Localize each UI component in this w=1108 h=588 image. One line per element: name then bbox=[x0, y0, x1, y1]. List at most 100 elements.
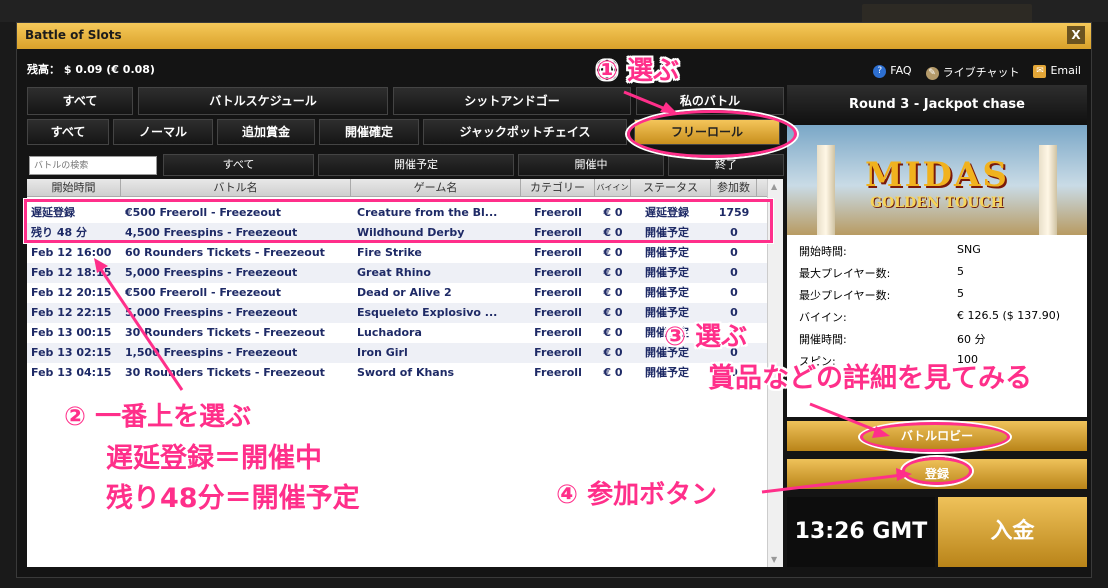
help-icon: ? bbox=[873, 64, 887, 78]
cell-battle-name: 30 Rounders Tickets - Freezeout bbox=[125, 326, 325, 339]
scroll-up-icon[interactable]: ▲ bbox=[771, 182, 777, 191]
col-category[interactable]: カテゴリー bbox=[521, 179, 595, 197]
round-title: Round 3 - Jackpot chase bbox=[787, 85, 1087, 125]
cell-game-name: Fire Strike bbox=[357, 246, 422, 259]
cell-category: Freeroll bbox=[534, 326, 582, 339]
col-buyin[interactable]: バイイン bbox=[595, 179, 631, 197]
type-all[interactable]: すべて bbox=[27, 119, 109, 145]
table-row[interactable]: Feb 12 18:15 5,000 Freespins - Freezeout G… bbox=[27, 263, 767, 283]
annotation-step2-line3: 残り48分＝開催予定 bbox=[106, 483, 360, 514]
cell-game-name: Iron Girl bbox=[357, 346, 408, 359]
battle-search-input[interactable] bbox=[29, 156, 157, 175]
cell-game-name: Esqueleto Explosivo ... bbox=[357, 306, 498, 319]
table-row[interactable]: Feb 13 00:15 30 Rounders Tickets - Freeze… bbox=[27, 323, 767, 343]
cell-battle-name: 5,000 Freespins - Freezeout bbox=[125, 266, 298, 279]
table-row[interactable]: Feb 12 16:00 60 Rounders Tickets - Freeze… bbox=[27, 243, 767, 263]
cell-start-time: Feb 13 02:15 bbox=[31, 346, 112, 359]
cell-entries: 0 bbox=[730, 246, 738, 259]
top-links: ? FAQ ✎ ライブチャット ✉ Email bbox=[873, 64, 1081, 80]
filter-running[interactable]: 開催中 bbox=[518, 154, 664, 176]
table-row[interactable]: Feb 12 20:15 €500 Freeroll - Freezeout Dea… bbox=[27, 283, 767, 303]
cell-game-name: Great Rhino bbox=[357, 266, 431, 279]
live-chat-link[interactable]: ✎ ライブチャット bbox=[925, 64, 1020, 80]
detail-info-label: 開始時間: bbox=[799, 245, 847, 258]
banner-logo-title: MIDAS bbox=[865, 155, 1009, 195]
cell-game-name: Luchadora bbox=[357, 326, 422, 339]
tab-all[interactable]: すべて bbox=[27, 87, 133, 115]
tab-sit-and-go[interactable]: シットアンドゴー bbox=[393, 87, 631, 115]
banner-logo-subtitle: GOLDEN TOUCH bbox=[870, 195, 1004, 211]
annotation-step1: ① 選ぶ bbox=[596, 56, 680, 86]
col-status[interactable]: ステータス bbox=[631, 179, 711, 197]
scroll-down-icon[interactable]: ▼ bbox=[771, 555, 777, 564]
cell-buyin: € 0 bbox=[603, 326, 623, 339]
cell-category: Freeroll bbox=[534, 306, 582, 319]
cell-battle-name: 60 Rounders Tickets - Freezeout bbox=[125, 246, 325, 259]
cell-category: Freeroll bbox=[534, 266, 582, 279]
cell-game-name: Sword of Khans bbox=[357, 366, 455, 379]
filter-upcoming[interactable]: 開催予定 bbox=[318, 154, 514, 176]
cell-start-time: Feb 12 18:15 bbox=[31, 266, 112, 279]
filter-all[interactable]: すべて bbox=[163, 154, 314, 176]
detail-info-value: 5 bbox=[957, 265, 964, 278]
highlight-top-rows bbox=[24, 199, 773, 243]
cell-buyin: € 0 bbox=[603, 286, 623, 299]
deposit-button[interactable]: 入金 bbox=[938, 497, 1087, 567]
cell-status: 開催予定 bbox=[645, 266, 689, 279]
cell-battle-name: €500 Freeroll - Freezeout bbox=[125, 286, 282, 299]
table-row[interactable]: Feb 13 02:15 1,500 Freespins - Freezeout I… bbox=[27, 343, 767, 363]
table-row[interactable]: Feb 13 04:15 30 Rounders Tickets - Freeze… bbox=[27, 363, 767, 383]
game-banner: MIDAS GOLDEN TOUCH bbox=[787, 125, 1087, 235]
cell-buyin: € 0 bbox=[603, 246, 623, 259]
cell-battle-name: 5,000 Freespins - Freezeout bbox=[125, 306, 298, 319]
mail-icon: ✉ bbox=[1033, 64, 1047, 78]
cell-buyin: € 0 bbox=[603, 306, 623, 319]
type-jackpot-chase[interactable]: ジャックポットチェイス bbox=[423, 119, 627, 145]
cell-start-time: Feb 12 22:15 bbox=[31, 306, 112, 319]
email-link[interactable]: ✉ Email bbox=[1033, 64, 1081, 80]
chat-icon: ✎ bbox=[925, 66, 939, 80]
close-button[interactable]: X bbox=[1067, 26, 1085, 44]
cell-category: Freeroll bbox=[534, 246, 582, 259]
cell-category: Freeroll bbox=[534, 366, 582, 379]
cell-status: 開催予定 bbox=[645, 286, 689, 299]
detail-info-label: バイイン: bbox=[799, 311, 847, 324]
detail-info-label: 開催時間: bbox=[799, 333, 847, 346]
highlight-register-ring bbox=[902, 457, 972, 485]
window-title: Battle of Slots bbox=[25, 28, 122, 42]
cell-buyin: € 0 bbox=[603, 266, 623, 279]
type-normal[interactable]: ノーマル bbox=[113, 119, 213, 145]
cell-status: 開催予定 bbox=[645, 366, 689, 379]
detail-info-label: 最少プレイヤー数: bbox=[799, 289, 891, 302]
col-game-name[interactable]: ゲーム名 bbox=[351, 179, 521, 197]
tab-battle-schedule[interactable]: バトルスケジュール bbox=[138, 87, 388, 115]
table-row[interactable]: Feb 12 22:15 5,000 Freespins - Freezeout E… bbox=[27, 303, 767, 323]
gmt-clock: 13:26 GMT bbox=[787, 497, 935, 567]
col-entries[interactable]: 参加数 bbox=[711, 179, 757, 197]
cell-buyin: € 0 bbox=[603, 346, 623, 359]
faq-link[interactable]: ? FAQ bbox=[873, 64, 912, 80]
cell-start-time: Feb 12 16:00 bbox=[31, 246, 112, 259]
table-header: 開始時間 バトル名 ゲーム名 カテゴリー バイイン ステータス 参加数 bbox=[27, 179, 767, 197]
cell-start-time: Feb 13 04:15 bbox=[31, 366, 112, 379]
col-start-time[interactable]: 開始時間 bbox=[27, 179, 121, 197]
cell-status: 開催予定 bbox=[645, 246, 689, 259]
balance-label: 残高： $ 0.09 (€ 0.08) bbox=[27, 63, 155, 76]
cell-entries: 0 bbox=[730, 286, 738, 299]
detail-info-value: 5 bbox=[957, 287, 964, 300]
annotation-step3-line2: 賞品などの詳細を見てみる bbox=[708, 363, 1032, 394]
type-extra-prize[interactable]: 追加賞金 bbox=[217, 119, 315, 145]
highlight-freeroll-ring bbox=[627, 110, 797, 158]
email-label: Email bbox=[1050, 64, 1081, 77]
title-bar: Battle of Slots X bbox=[17, 23, 1091, 49]
cell-category: Freeroll bbox=[534, 286, 582, 299]
col-battle-name[interactable]: バトル名 bbox=[121, 179, 351, 197]
type-guaranteed[interactable]: 開催確定 bbox=[319, 119, 419, 145]
cell-buyin: € 0 bbox=[603, 366, 623, 379]
faq-label: FAQ bbox=[890, 64, 912, 77]
background-strip bbox=[0, 0, 1108, 26]
chat-label: ライブチャット bbox=[942, 66, 1020, 79]
cell-battle-name: 30 Rounders Tickets - Freezeout bbox=[125, 366, 325, 379]
annotation-step2-line1: ② 一番上を選ぶ bbox=[64, 402, 252, 432]
cell-category: Freeroll bbox=[534, 346, 582, 359]
